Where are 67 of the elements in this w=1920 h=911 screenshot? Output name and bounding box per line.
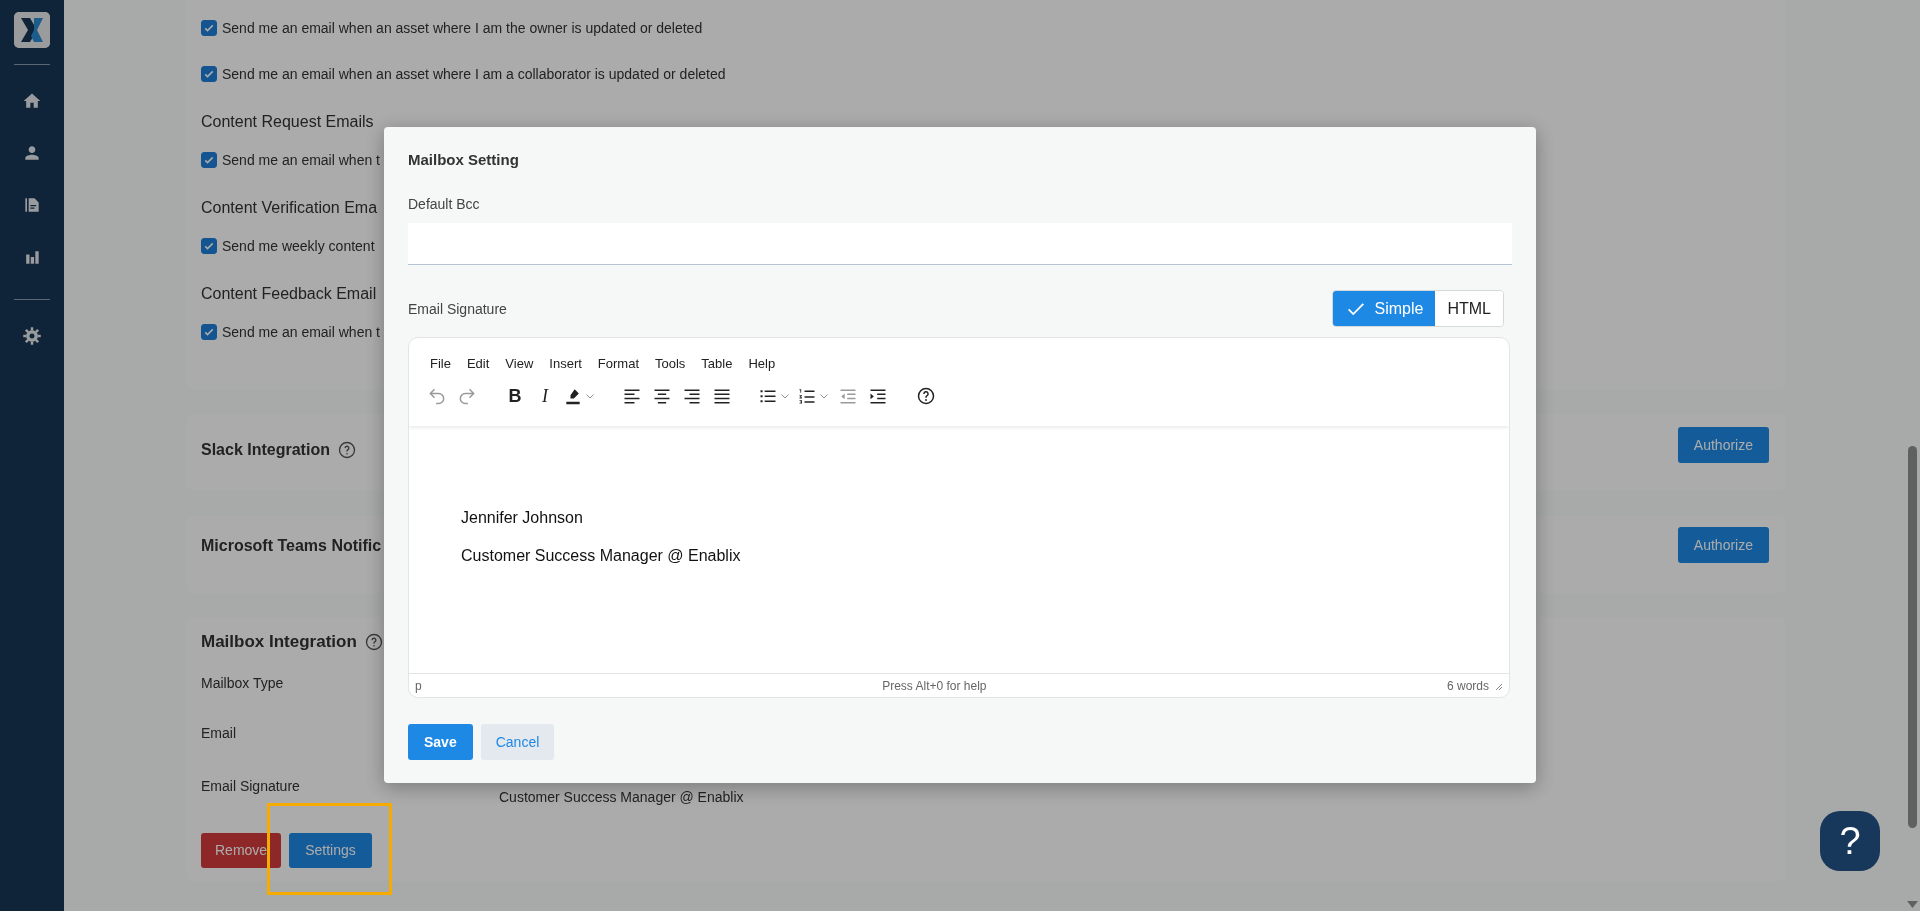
bold-button[interactable]: B (500, 381, 530, 411)
help-hint: Press Alt+0 for help (882, 677, 987, 695)
checkbox[interactable] (201, 238, 217, 254)
redo-icon (457, 386, 477, 406)
menu-item[interactable]: Insert (549, 356, 582, 372)
align-right-icon (682, 386, 702, 406)
field-value: Customer Success Manager @ Enablix (499, 788, 744, 807)
undo-icon (427, 386, 447, 406)
menu-item[interactable]: Tools (655, 356, 686, 372)
scroll-down-icon[interactable] (1907, 900, 1918, 908)
check-icon (203, 68, 215, 80)
check-icon (203, 326, 215, 338)
field-label: Email Signature (201, 777, 300, 794)
section-heading: Content Verification Ema (201, 198, 378, 218)
check-icon (203, 154, 215, 166)
card-title: Microsoft Teams Notific (201, 536, 382, 556)
scrollbar-thumb[interactable] (1908, 446, 1917, 828)
help-icon (916, 386, 936, 406)
menu-item[interactable]: Table (701, 356, 733, 372)
field-label: Email (201, 725, 236, 741)
signature-line: Customer Success Manager @ Enablix (461, 546, 742, 566)
align-left-icon (622, 386, 642, 406)
justify-icon (712, 386, 732, 406)
section-heading: Content Request Emails (201, 112, 374, 132)
settings-icon[interactable] (22, 326, 42, 346)
help-button[interactable]: ? (1820, 811, 1880, 871)
save-button[interactable]: Save (408, 724, 473, 760)
mode-tab[interactable]: HTML (1435, 291, 1503, 326)
mode-tab[interactable]: Simple (1332, 291, 1436, 326)
checkbox[interactable] (201, 152, 217, 168)
check-icon (203, 22, 215, 34)
italic-button[interactable]: I (530, 381, 560, 411)
help-icon[interactable] (364, 633, 383, 651)
field-label: Email Signature (408, 299, 507, 319)
dialog-title: Mailbox Setting (408, 150, 520, 170)
bcc-input-field[interactable] (408, 223, 1512, 265)
card-title: Slack Integration (201, 440, 330, 460)
checkbox[interactable] (201, 324, 217, 340)
check-icon (203, 240, 215, 252)
document-icon[interactable] (22, 195, 42, 215)
numbered-list-icon (797, 386, 817, 406)
element-path: p (415, 677, 422, 695)
help-icon[interactable] (337, 441, 356, 459)
field-label: Default Bcc (408, 195, 481, 214)
card-title: Mailbox Integration (201, 631, 357, 653)
checkbox-label: Send me an email when an asset where I am the owner is updated or deleted (222, 18, 703, 38)
menu-item[interactable]: Edit (466, 356, 490, 372)
align-center-icon (652, 386, 672, 406)
indent-icon (868, 386, 888, 406)
home-icon[interactable] (22, 91, 42, 111)
menu-item[interactable]: View (505, 356, 534, 372)
menu-item[interactable]: Format (597, 356, 639, 372)
menu-item[interactable]: File (430, 356, 451, 372)
checkbox-label: Send me an email when t (222, 322, 380, 342)
outdent-icon (838, 386, 858, 406)
checkbox-label: Send me weekly content (222, 236, 375, 256)
section-heading: Content Feedback Email (201, 284, 377, 304)
checkbox[interactable] (201, 66, 217, 82)
logo-icon[interactable] (14, 12, 50, 48)
checkbox-label: Send me an email when an asset where I am a collaborator is updated or deleted (222, 64, 726, 84)
remove-button[interactable]: Remove (201, 833, 282, 868)
checkbox[interactable] (201, 20, 217, 36)
field-label: Mailbox Type (201, 675, 284, 691)
signature-line: Jennifer Johnson (461, 508, 584, 528)
word-count: 6 words (1446, 677, 1489, 695)
checkbox-label: Send me an email when t (222, 150, 380, 170)
menu-item[interactable]: Help (748, 356, 776, 372)
